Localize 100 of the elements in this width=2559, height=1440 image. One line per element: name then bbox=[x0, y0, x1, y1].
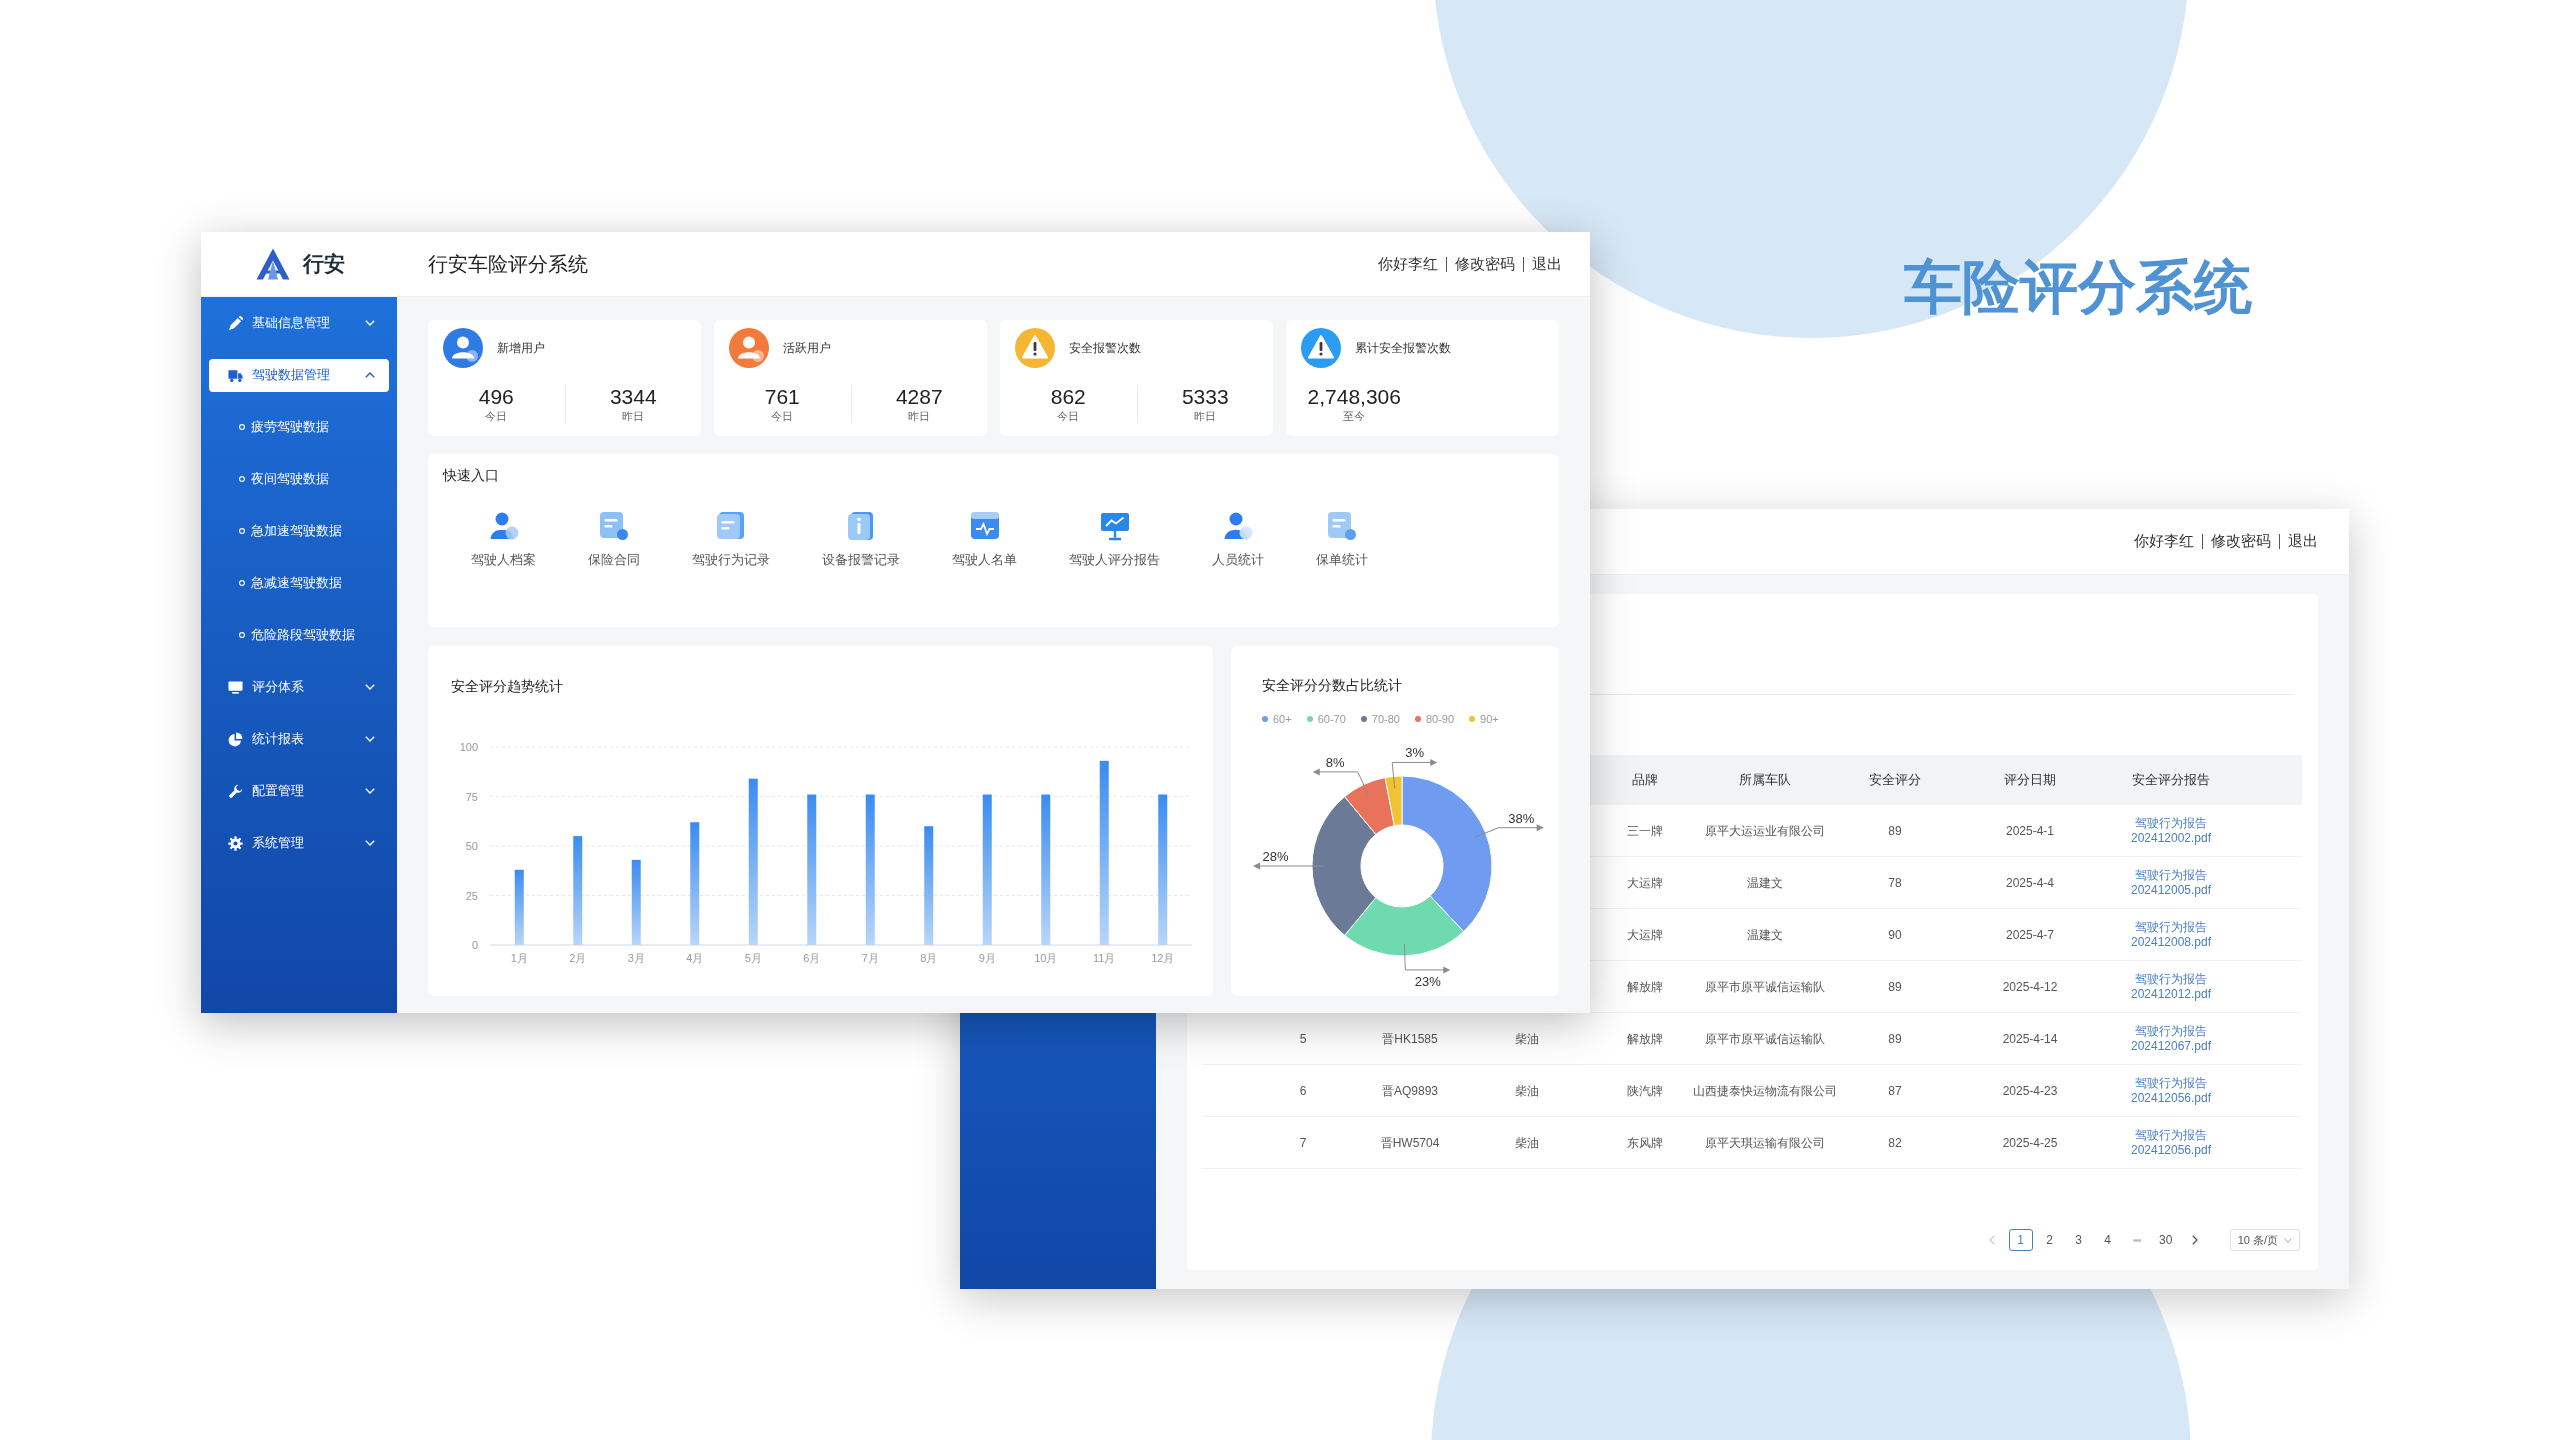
quick-entry-button[interactable]: 保险合同 bbox=[588, 511, 640, 569]
sidebar-subitem[interactable]: 急减速驾驶数据 bbox=[209, 566, 389, 600]
table-cell-text: 89 bbox=[1888, 1030, 1902, 1048]
axis-label: 6月 bbox=[803, 952, 821, 964]
percent-label: 38% bbox=[1508, 810, 1535, 826]
quick-entry-button[interactable]: 驾驶人评分报告 bbox=[1069, 511, 1160, 569]
page-button[interactable]: 2 bbox=[2037, 1229, 2062, 1251]
stat-value: 761 bbox=[764, 385, 800, 409]
leader-arrow bbox=[1403, 943, 1451, 974]
report-link[interactable]: 驾驶行为报告 202412005.pdf bbox=[2130, 867, 2212, 898]
axis-label: 9月 bbox=[978, 952, 996, 964]
table-cell-text: 2025-4-25 bbox=[2002, 1134, 2058, 1152]
table-cell-text: 晋HK1585 bbox=[1382, 1030, 1438, 1048]
person-icon bbox=[1223, 511, 1253, 541]
settings-icon bbox=[228, 835, 243, 851]
leader-arrow bbox=[1253, 862, 1325, 870]
card-title: 快速入口 bbox=[443, 466, 499, 485]
info-icon bbox=[846, 511, 876, 541]
table-cell-text: 89 bbox=[1888, 822, 1902, 840]
sidebar-item[interactable]: 配置管理 bbox=[209, 774, 389, 808]
stat-title: 活跃用户 bbox=[783, 340, 831, 357]
page-button[interactable]: 4 bbox=[2095, 1229, 2120, 1251]
document-icon bbox=[716, 511, 746, 541]
chevron-right-icon bbox=[2191, 1235, 2198, 1245]
ring-icon bbox=[239, 580, 245, 586]
header-link[interactable]: 退出 bbox=[1532, 252, 1562, 276]
header-link[interactable]: 修改密码 bbox=[1455, 252, 1515, 276]
quick-entry-button[interactable]: 驾驶行为记录 bbox=[692, 511, 770, 569]
stat-value: 2,748,306 bbox=[1307, 385, 1401, 409]
report-link[interactable]: 驾驶行为报告 202412002.pdf bbox=[2130, 815, 2212, 846]
page-size-select[interactable]: 10 条/页 bbox=[2229, 1229, 2300, 1251]
legend-label: 90+ bbox=[1480, 712, 1499, 726]
monitor-icon bbox=[228, 679, 243, 695]
truck-icon bbox=[228, 367, 243, 383]
axis-label: 12月 bbox=[1151, 952, 1175, 964]
axis-label: 7月 bbox=[861, 952, 879, 964]
sidebar-subitem[interactable]: 夜间驾驶数据 bbox=[209, 462, 389, 496]
sidebar-subitem[interactable]: 疲劳驾驶数据 bbox=[209, 410, 389, 444]
table-cell-text: 7 bbox=[1299, 1134, 1307, 1152]
quick-entry-button[interactable]: 驾驶人名单 bbox=[952, 511, 1017, 569]
quick-entry-button[interactable]: 驾驶人档案 bbox=[471, 511, 536, 569]
chevron-down-icon bbox=[2284, 1237, 2292, 1243]
page-button[interactable]: 3 bbox=[2066, 1229, 2091, 1251]
table-cell-text: 晋AQ9893 bbox=[1381, 1082, 1438, 1100]
table-cell-text: 柴油 bbox=[1515, 1134, 1539, 1152]
percent-label: 23% bbox=[1414, 973, 1441, 989]
stat-label: 昨日 bbox=[1194, 409, 1217, 423]
sidebar-subitem[interactable]: 危险路段驾驶数据 bbox=[209, 618, 389, 652]
stat-title: 新增用户 bbox=[497, 340, 545, 357]
table-cell-text: 原平大运运业有限公司 bbox=[1705, 822, 1825, 840]
sidebar-item[interactable]: 评分体系 bbox=[209, 670, 389, 704]
column-header: 评分日期 bbox=[2004, 771, 2056, 790]
quick-entry-button[interactable]: 人员统计 bbox=[1212, 511, 1264, 569]
table-cell-text: 原平天琪运输有限公司 bbox=[1705, 1134, 1825, 1152]
axis-label: 11月 bbox=[1093, 952, 1116, 964]
report-link[interactable]: 驾驶行为报告 202412008.pdf bbox=[2130, 919, 2212, 950]
percent-label: 28% bbox=[1262, 849, 1289, 864]
person-icon bbox=[488, 511, 519, 541]
table-cell-text: 温建文 bbox=[1747, 926, 1783, 944]
stat-label: 昨日 bbox=[622, 409, 645, 423]
sidebar-item[interactable]: 驾驶数据管理 bbox=[209, 358, 389, 392]
sidebar-item[interactable]: 统计报表 bbox=[209, 722, 389, 756]
table-cell-text: 东风牌 bbox=[1627, 1134, 1663, 1152]
report-link[interactable]: 驾驶行为报告 202412067.pdf bbox=[2130, 1023, 2212, 1054]
quick-entry-button[interactable]: 设备报警记录 bbox=[822, 511, 900, 569]
axis-label: 75 bbox=[465, 790, 478, 803]
stat-value: 862 bbox=[1050, 385, 1086, 409]
table-cell-text: 2025-4-23 bbox=[2002, 1082, 2058, 1100]
header-link[interactable]: 修改密码 bbox=[2211, 530, 2271, 553]
leader-arrow bbox=[1391, 758, 1438, 789]
wrench-icon bbox=[228, 783, 243, 799]
header-link[interactable]: 你好李红 bbox=[1378, 252, 1438, 276]
column-header: 安全评分 bbox=[1869, 771, 1921, 790]
sidebar-item[interactable]: 基础信息管理 bbox=[209, 306, 389, 340]
table-cell-text: 6 bbox=[1299, 1082, 1307, 1100]
table-cell-text: 柴油 bbox=[1515, 1030, 1539, 1048]
table-cell-text: 大运牌 bbox=[1627, 926, 1663, 944]
stat-value: 3344 bbox=[609, 385, 657, 409]
header-link[interactable]: 你好李红 bbox=[2134, 530, 2194, 553]
table-cell-text: 原平市原平诚信运输队 bbox=[1705, 1030, 1825, 1048]
table-cell-text: 2025-4-1 bbox=[2005, 822, 2054, 840]
table-cell-text: 柴油 bbox=[1515, 1082, 1539, 1100]
sidebar-subitem[interactable]: 急加速驾驶数据 bbox=[209, 514, 389, 548]
table-cell-text: 2025-4-12 bbox=[2002, 978, 2058, 996]
report-link[interactable]: 驾驶行为报告 202412012.pdf bbox=[2130, 971, 2212, 1002]
page-button[interactable]: 30 bbox=[2153, 1229, 2178, 1251]
table-cell-text: 87 bbox=[1888, 1082, 1902, 1100]
pie-chart-icon bbox=[228, 731, 243, 747]
quick-entry-button[interactable]: 保单统计 bbox=[1316, 511, 1368, 569]
report-link[interactable]: 驾驶行为报告 202412056.pdf bbox=[2130, 1075, 2212, 1106]
page-button[interactable]: 1 bbox=[2008, 1229, 2033, 1251]
report-link[interactable]: 驾驶行为报告 202412056.pdf bbox=[2130, 1127, 2212, 1158]
table-cell-text: 2025-4-7 bbox=[2005, 926, 2054, 944]
table-cell-text: 温建文 bbox=[1747, 874, 1783, 892]
axis-label: 0 bbox=[471, 939, 478, 951]
slide-title: 车险评分系统 bbox=[1904, 253, 2252, 321]
sidebar-item[interactable]: 系统管理 bbox=[209, 826, 389, 860]
axis-label: 4月 bbox=[686, 952, 704, 964]
table-cell-text: 78 bbox=[1888, 874, 1902, 892]
header-link[interactable]: 退出 bbox=[2288, 530, 2318, 553]
